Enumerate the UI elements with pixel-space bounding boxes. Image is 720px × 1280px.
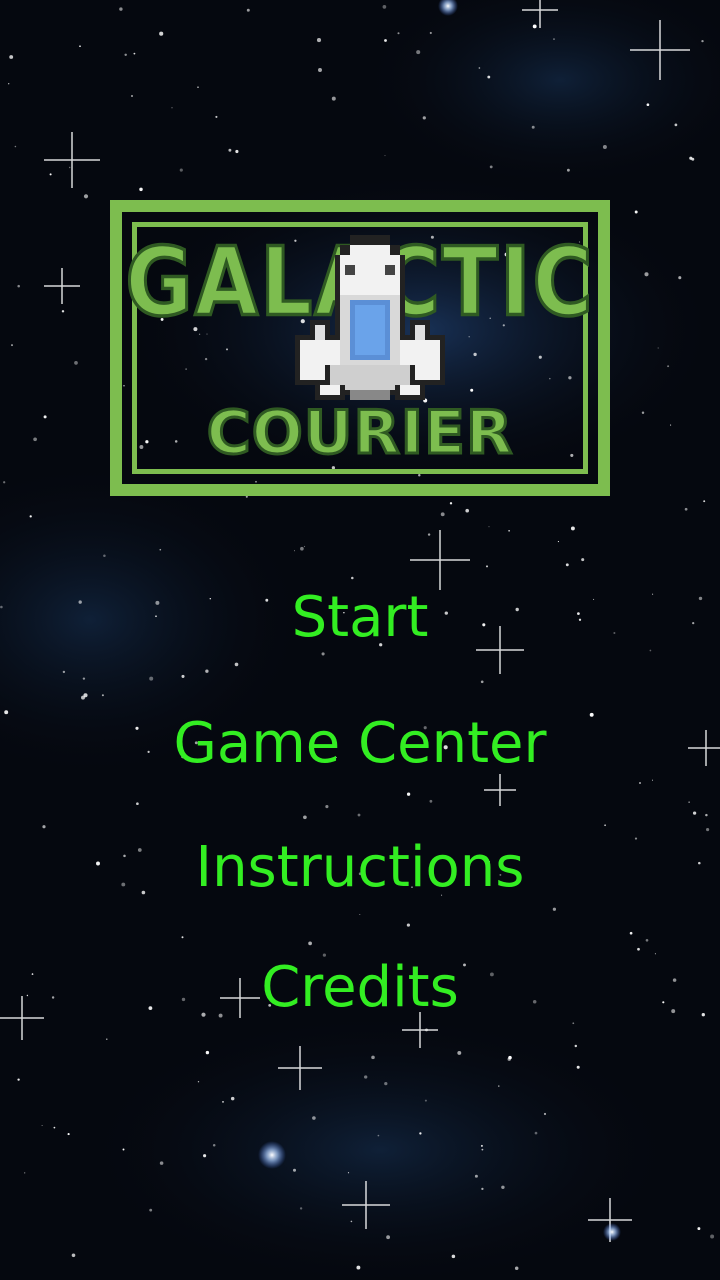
spaceship-icon (295, 235, 445, 400)
game-center-button[interactable]: Game Center (0, 716, 720, 772)
start-button[interactable]: Start (0, 590, 720, 646)
instructions-button[interactable]: Instructions (0, 840, 720, 896)
game-logo: GALACTIC COURIER (110, 200, 610, 496)
bright-star (603, 1223, 621, 1241)
credits-button[interactable]: Credits (0, 960, 720, 1016)
nebula-cloud (80, 1010, 680, 1280)
bright-star (258, 1141, 286, 1169)
